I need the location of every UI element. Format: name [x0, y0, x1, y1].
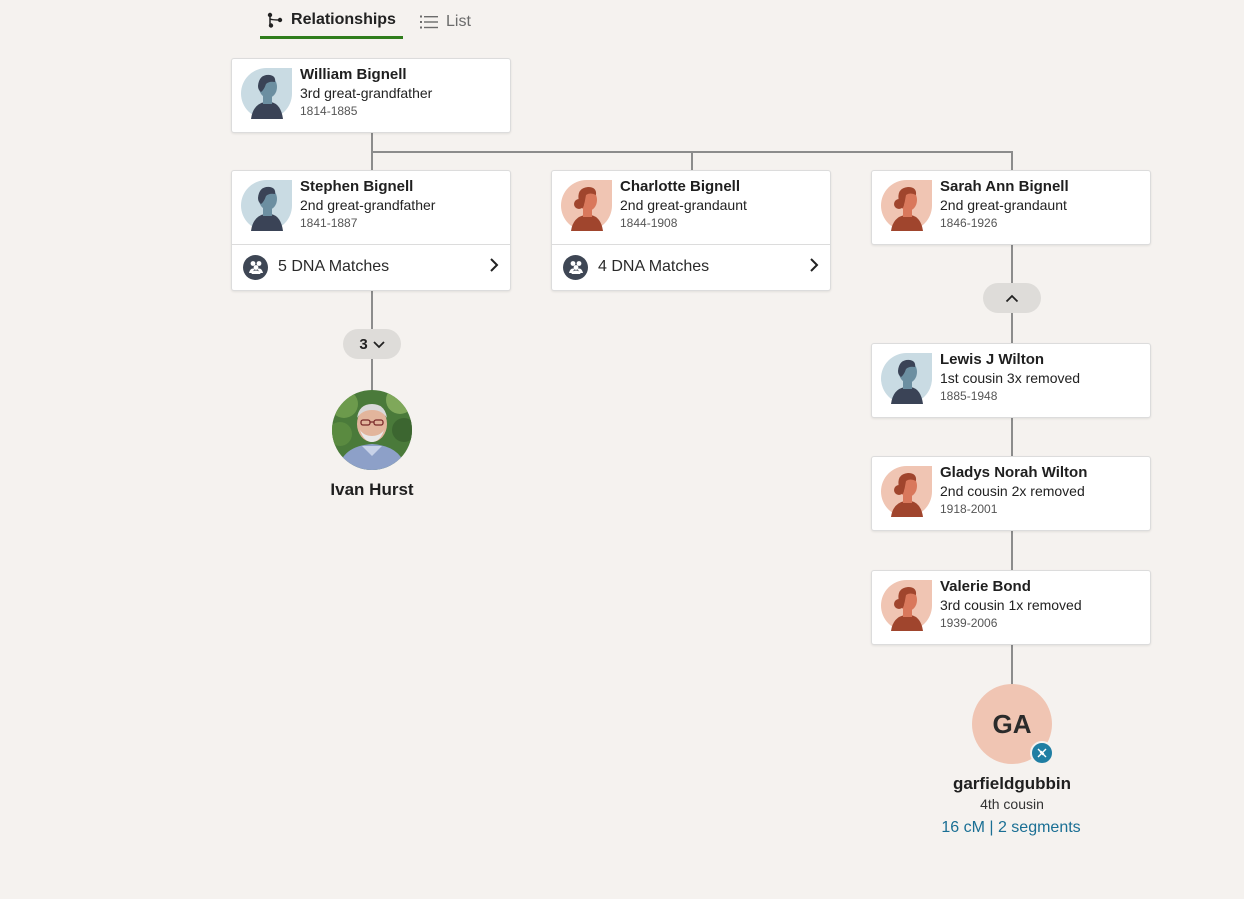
- connector-line: [1011, 312, 1013, 344]
- tab-relationships-label: Relationships: [291, 11, 396, 28]
- profile-photo[interactable]: [332, 390, 412, 470]
- person-relationship: 2nd great-grandaunt: [940, 197, 1067, 213]
- person-relationship: 3rd cousin 1x removed: [940, 597, 1082, 613]
- person-name: Lewis J Wilton: [940, 351, 1045, 368]
- person-card-charlotte-bignell[interactable]: Charlotte Bignell 2nd great-grandaunt 18…: [551, 170, 831, 291]
- person-relationship: 2nd great-grandfather: [300, 197, 436, 213]
- self-name: Ivan Hurst: [330, 480, 414, 499]
- person-dates: 1846-1926: [940, 216, 998, 230]
- connector-line: [1011, 151, 1013, 171]
- generation-count: 3: [359, 335, 368, 353]
- person-name: William Bignell: [300, 66, 407, 83]
- female-avatar-icon: [881, 180, 932, 231]
- expand-generations-button[interactable]: 3: [343, 329, 401, 359]
- connector-line: [1011, 417, 1013, 457]
- match-username[interactable]: garfieldgubbin: [912, 774, 1112, 794]
- connector-line: [371, 358, 373, 392]
- person-relationship: 3rd great-grandfather: [300, 85, 433, 101]
- person-card-lewis-j-wilton[interactable]: Lewis J Wilton 1st cousin 3x removed 188…: [871, 343, 1151, 418]
- person-relationship: 1st cousin 3x removed: [940, 370, 1081, 386]
- female-avatar-icon: [561, 180, 612, 231]
- person-name: Gladys Norah Wilton: [940, 464, 1088, 481]
- chevron-right-icon: [808, 257, 820, 278]
- person-name: Stephen Bignell: [300, 178, 414, 195]
- person-relationship: 2nd cousin 2x removed: [940, 483, 1085, 499]
- people-group-icon: [563, 254, 588, 280]
- person-dates: 1885-1948: [940, 389, 998, 403]
- tab-list-label: List: [446, 12, 471, 30]
- tab-list[interactable]: List: [420, 8, 471, 39]
- dna-helix-icon: [1030, 741, 1054, 765]
- dna-matches-label: 4 DNA Matches: [598, 258, 710, 275]
- chevron-right-icon: [488, 257, 500, 278]
- male-avatar-icon: [241, 180, 292, 231]
- tree-icon: [267, 12, 283, 28]
- person-relationship: 2nd great-grandaunt: [620, 197, 747, 213]
- person-name: Sarah Ann Bignell: [940, 178, 1069, 195]
- chevron-down-icon: [373, 336, 385, 353]
- person-dates: 1844-1908: [620, 216, 678, 230]
- chevron-up-icon: [1005, 290, 1019, 307]
- person-dates: 1841-1887: [300, 216, 358, 230]
- tab-relationships[interactable]: Relationships: [260, 8, 403, 39]
- dna-matches-button[interactable]: 5 DNA Matches: [232, 244, 510, 289]
- list-icon: [420, 15, 438, 29]
- connector-line: [691, 151, 693, 171]
- connector-line: [1011, 244, 1013, 284]
- dna-matches-label: 5 DNA Matches: [278, 258, 390, 275]
- connector-line: [1011, 644, 1013, 686]
- person-name: Charlotte Bignell: [620, 178, 741, 195]
- person-card-william-bignell[interactable]: William Bignell 3rd great-grandfather 18…: [231, 58, 511, 133]
- collapse-generations-button[interactable]: [983, 283, 1041, 313]
- match-relationship: 4th cousin: [980, 796, 1044, 812]
- shared-dna-link[interactable]: 16 cM | 2 segments: [896, 819, 1126, 837]
- person-card-stephen-bignell[interactable]: Stephen Bignell 2nd great-grandfather 18…: [231, 170, 511, 291]
- person-card-valerie-bond[interactable]: Valerie Bond 3rd cousin 1x removed 1939-…: [871, 570, 1151, 645]
- people-group-icon: [243, 254, 268, 280]
- female-avatar-icon: [881, 580, 932, 631]
- male-avatar-icon: [881, 353, 932, 404]
- person-name: Valerie Bond: [940, 578, 1031, 595]
- person-dates: 1918-2001: [940, 502, 998, 516]
- person-dates: 1814-1885: [300, 104, 358, 118]
- person-card-sarah-ann-bignell[interactable]: Sarah Ann Bignell 2nd great-grandaunt 18…: [871, 170, 1151, 245]
- match-initials: GA: [992, 708, 1032, 739]
- person-card-gladys-norah-wilton[interactable]: Gladys Norah Wilton 2nd cousin 2x remove…: [871, 456, 1151, 531]
- dna-matches-button[interactable]: 4 DNA Matches: [552, 244, 830, 289]
- female-avatar-icon: [881, 466, 932, 517]
- person-dates: 1939-2006: [940, 616, 998, 630]
- connector-line: [371, 290, 373, 330]
- male-avatar-icon: [241, 68, 292, 119]
- connector-line: [1011, 531, 1013, 571]
